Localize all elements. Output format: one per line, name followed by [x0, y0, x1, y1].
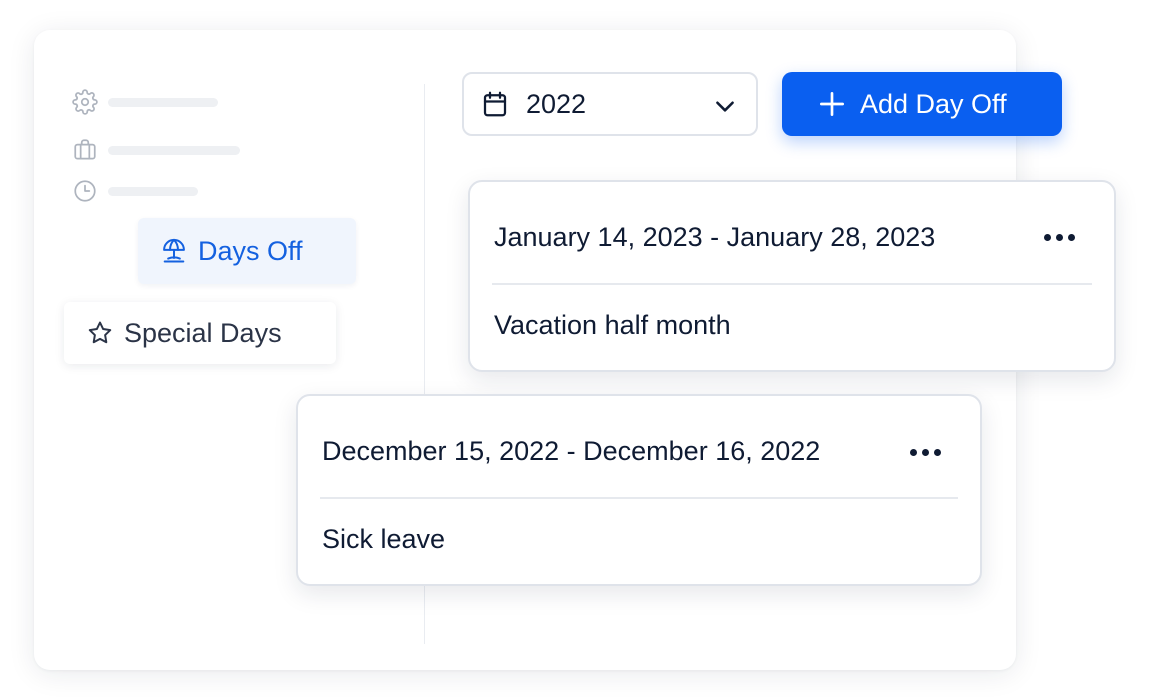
day-off-note: Sick leave	[322, 524, 446, 554]
year-select-value: 2022	[526, 88, 587, 119]
day-off-note: Vacation half month	[494, 310, 731, 340]
add-day-off-label: Add Day Off	[860, 88, 1007, 119]
clock-icon	[72, 178, 98, 204]
sidebar-item-special-days[interactable]: Special Days	[64, 302, 336, 364]
year-select[interactable]: 2022	[462, 72, 758, 136]
calendar-icon	[480, 89, 510, 119]
skeleton-label	[108, 186, 198, 196]
more-options-icon[interactable]	[910, 449, 941, 456]
sidebar-item-work[interactable]	[72, 137, 240, 163]
skeleton-label	[108, 145, 240, 155]
days-off-screen: Days Off Special Days 2022 Add Day Off J…	[0, 0, 1150, 700]
sidebar-item-label: Special Days	[124, 317, 282, 348]
skeleton-label	[108, 97, 218, 107]
beach-umbrella-icon	[160, 237, 188, 265]
card-divider	[492, 283, 1092, 285]
sidebar-item-label: Days Off	[198, 235, 303, 266]
day-off-range: December 15, 2022 - December 16, 2022	[322, 436, 821, 466]
star-icon	[86, 319, 114, 347]
gear-icon	[72, 89, 98, 115]
card-divider	[320, 497, 958, 499]
add-day-off-button[interactable]: Add Day Off	[782, 72, 1062, 136]
plus-icon	[816, 88, 848, 120]
sidebar-item-days-off[interactable]: Days Off	[138, 218, 356, 284]
day-off-card: January 14, 2023 - January 28, 2023 Vaca…	[468, 180, 1116, 372]
more-options-icon[interactable]	[1044, 234, 1075, 241]
day-off-range: January 14, 2023 - January 28, 2023	[494, 222, 936, 252]
sidebar-item-time[interactable]	[72, 178, 198, 204]
sidebar-item-settings[interactable]	[72, 89, 218, 115]
day-off-card: December 15, 2022 - December 16, 2022 Si…	[296, 394, 982, 586]
briefcase-icon	[72, 137, 98, 163]
chevron-down-icon	[712, 93, 738, 119]
